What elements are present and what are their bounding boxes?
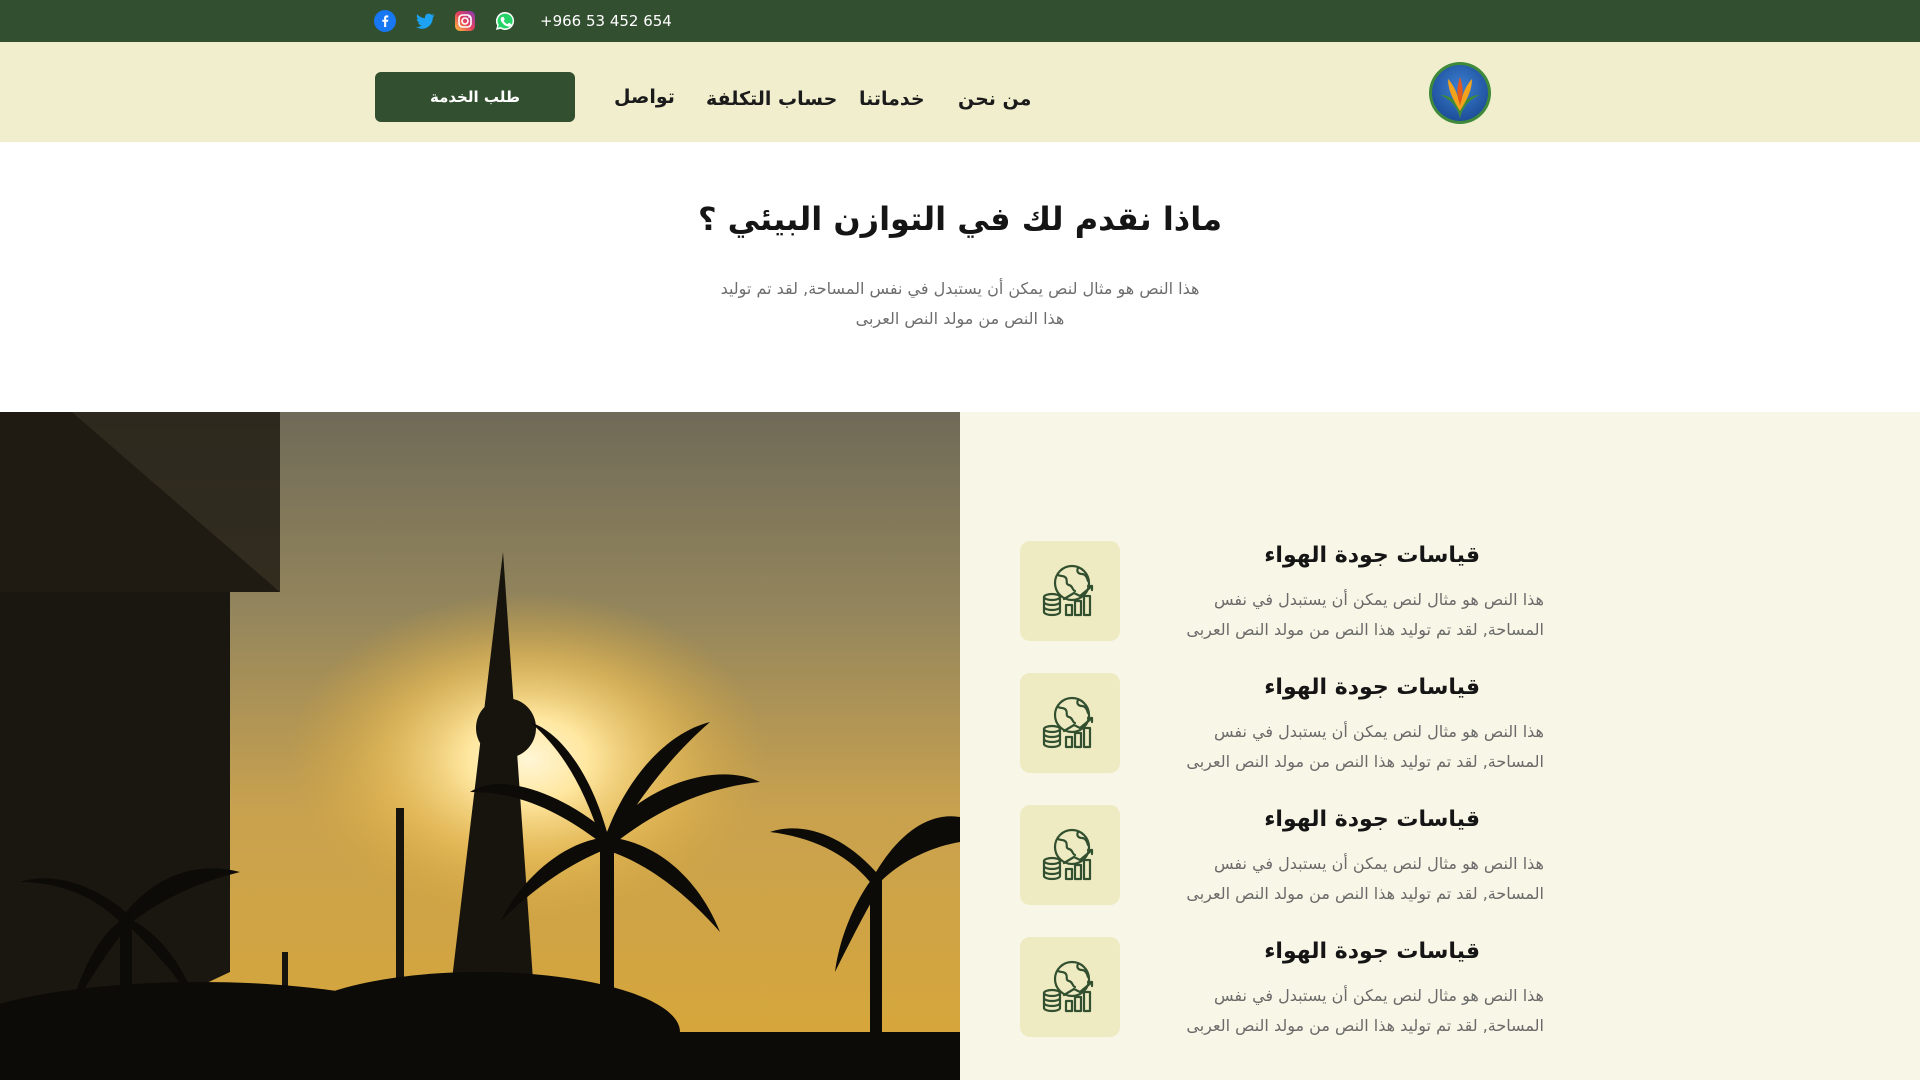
nav-contact[interactable]: تواصل	[614, 86, 675, 108]
feature-description: هذا النص هو مثال لنص يمكن أن يستبدل في ن…	[1144, 849, 1544, 909]
section-description: هذا النص هو مثال لنص يمكن أن يستبدل في ن…	[700, 274, 1220, 334]
nav-services[interactable]: خدماتنا	[859, 88, 925, 110]
globe-coins-chart-icon	[1020, 937, 1120, 1037]
features-panel: قياسات جودة الهواء هذا النص هو مثال لنص …	[960, 412, 1920, 1080]
feature-description-line: المساحة, لقد تم توليد هذا النص من مولد ا…	[1186, 620, 1544, 639]
twitter-icon[interactable]	[414, 10, 436, 32]
feature-description-line: هذا النص هو مثال لنص يمكن أن يستبدل في ن…	[1214, 722, 1544, 741]
globe-coins-chart-icon	[1020, 805, 1120, 905]
phone-number[interactable]: +966 53 452 654	[540, 12, 672, 30]
globe-coins-chart-icon	[1020, 673, 1120, 773]
nav-about[interactable]: من نحن	[958, 88, 1031, 110]
header: طلب الخدمة تواصل حساب التكلفة خدماتنا من…	[0, 42, 1920, 142]
top-bar: +966 53 452 654	[0, 0, 1920, 42]
riyadh-sunset-photo	[0, 412, 960, 1080]
feature-card: قياسات جودة الهواء هذا النص هو مثال لنص …	[1020, 937, 1560, 1041]
feature-description-line: هذا النص هو مثال لنص يمكن أن يستبدل في ن…	[1214, 590, 1544, 609]
whatsapp-icon[interactable]	[494, 10, 516, 32]
feature-description-line: المساحة, لقد تم توليد هذا النص من مولد ا…	[1186, 752, 1544, 771]
section-title: ماذا نقدم لك في التوازن البيئي ؟	[697, 200, 1223, 238]
feature-title: قياسات جودة الهواء	[1264, 807, 1480, 832]
feature-description-line: هذا النص هو مثال لنص يمكن أن يستبدل في ن…	[1214, 986, 1544, 1005]
feature-description-line: هذا النص هو مثال لنص يمكن أن يستبدل في ن…	[1214, 854, 1544, 873]
feature-card: قياسات جودة الهواء هذا النص هو مثال لنص …	[1020, 805, 1560, 909]
feature-description-line: المساحة, لقد تم توليد هذا النص من مولد ا…	[1186, 884, 1544, 903]
feature-description: هذا النص هو مثال لنص يمكن أن يستبدل في ن…	[1144, 717, 1544, 777]
globe-coins-chart-icon	[1020, 541, 1120, 641]
logo[interactable]	[1428, 61, 1492, 125]
feature-title: قياسات جودة الهواء	[1264, 675, 1480, 700]
feature-card: قياسات جودة الهواء هذا النص هو مثال لنص …	[1020, 673, 1560, 777]
feature-title: قياسات جودة الهواء	[1264, 939, 1480, 964]
instagram-icon[interactable]	[454, 10, 476, 32]
nav-cost-calculator[interactable]: حساب التكلفة	[706, 88, 837, 110]
section-description-line: هذا النص هو مثال لنص يمكن أن يستبدل في ن…	[720, 279, 1200, 298]
feature-title: قياسات جودة الهواء	[1264, 543, 1480, 568]
facebook-icon[interactable]	[374, 10, 396, 32]
feature-card: قياسات جودة الهواء هذا النص هو مثال لنص …	[1020, 541, 1560, 645]
feature-description-line: المساحة, لقد تم توليد هذا النص من مولد ا…	[1186, 1016, 1544, 1035]
feature-description: هذا النص هو مثال لنص يمكن أن يستبدل في ن…	[1144, 981, 1544, 1041]
section-description-line: هذا النص من مولد النص العربى	[855, 309, 1065, 328]
feature-description: هذا النص هو مثال لنص يمكن أن يستبدل في ن…	[1144, 585, 1544, 645]
request-service-button[interactable]: طلب الخدمة	[375, 72, 575, 122]
